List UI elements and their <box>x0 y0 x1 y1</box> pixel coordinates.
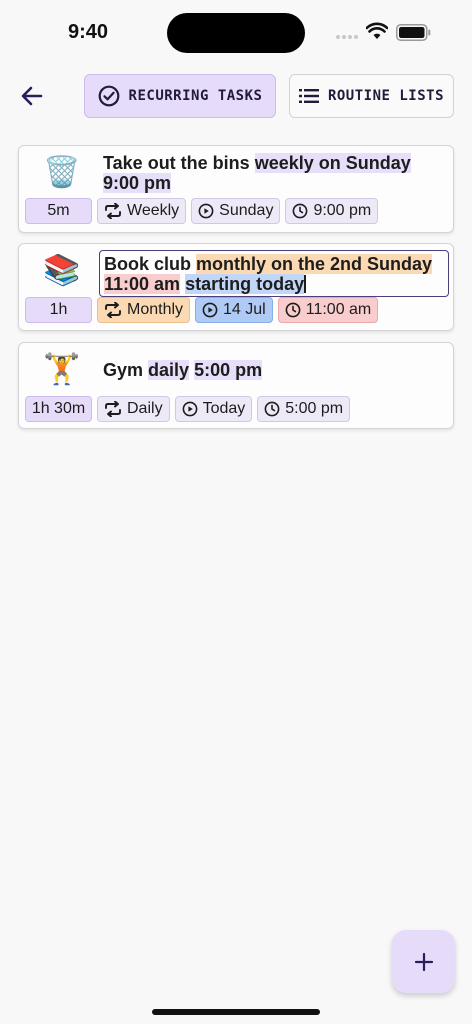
plus-icon <box>414 952 433 971</box>
clock-icon <box>285 302 301 318</box>
task-title[interactable]: Gym daily 5:00 pm <box>103 360 451 380</box>
task-card[interactable]: 🗑️ Take out the bins weekly on Sunday 9:… <box>18 145 454 233</box>
tab-recurring-tasks[interactable]: RECURRING TASKS <box>84 74 276 118</box>
task-card[interactable]: 📚 Book club monthly on the 2nd Sunday 11… <box>18 243 454 331</box>
trash-bin-icon: 🗑️ <box>43 156 81 189</box>
time-chip[interactable]: 11:00 am <box>277 297 379 323</box>
task-card[interactable]: 🏋️ Gym daily 5:00 pm 1h 30m Daily Today … <box>18 342 454 429</box>
duration-chip[interactable]: 5m <box>25 198 92 224</box>
time-highlight: 11:00 am <box>104 274 181 294</box>
task-chips: 5m Weekly Sunday 9:00 pm <box>25 198 379 224</box>
repeat-icon <box>105 401 121 417</box>
tab-routine-lists[interactable]: ROUTINE LISTS <box>289 74 454 118</box>
time-highlight: 5:00 pm <box>194 360 263 380</box>
play-circle-icon <box>198 203 214 219</box>
tab-routine-lists-label: ROUTINE LISTS <box>327 88 445 104</box>
weightlifter-icon: 🏋️ <box>43 353 81 386</box>
battery-icon <box>396 24 431 41</box>
task-title[interactable]: Take out the bins weekly on Sunday 9:00 … <box>103 153 451 193</box>
clock-icon <box>264 401 280 417</box>
duration-chip[interactable]: 1h 30m <box>25 396 92 422</box>
cellular-signal-icon <box>336 35 358 39</box>
time-chip[interactable]: 5:00 pm <box>257 396 351 422</box>
repeat-icon <box>105 302 121 318</box>
status-time: 9:40 <box>68 21 109 43</box>
wifi-icon <box>365 22 389 45</box>
time-highlight: 9:00 pm <box>103 173 172 193</box>
task-title-edit-field[interactable]: Book club monthly on the 2nd Sunday 11:0… <box>99 250 449 297</box>
play-circle-icon <box>182 401 197 417</box>
dynamic-island <box>167 13 305 53</box>
start-highlight: starting today <box>185 274 305 294</box>
repeat-chip[interactable]: Weekly <box>97 198 187 224</box>
repeat-chip[interactable]: Daily <box>97 396 170 422</box>
tab-recurring-tasks-label: RECURRING TASKS <box>128 88 263 104</box>
duration-chip[interactable]: 1h <box>25 297 92 323</box>
task-chips: 1h Monthly 14 Jul 11:00 am <box>25 297 379 323</box>
recurrence-highlight: weekly on Sunday <box>254 153 411 173</box>
recurrence-highlight: monthly on the 2nd Sunday <box>196 254 433 274</box>
arrow-left-icon <box>21 86 43 106</box>
task-chips: 1h 30m Daily Today 5:00 pm <box>25 396 351 422</box>
clock-icon <box>293 203 308 219</box>
repeat-chip[interactable]: Monthly <box>97 297 191 323</box>
start-chip[interactable]: 14 Jul <box>195 297 273 323</box>
time-chip[interactable]: 9:00 pm <box>285 198 379 224</box>
recurrence-highlight: daily <box>148 360 190 380</box>
add-task-button[interactable] <box>392 930 455 993</box>
status-bar: 9:40 <box>0 0 472 62</box>
play-circle-icon <box>202 302 218 318</box>
check-circle-icon <box>98 85 119 107</box>
start-chip[interactable]: Sunday <box>191 198 281 224</box>
repeat-icon <box>105 203 121 219</box>
start-chip[interactable]: Today <box>174 396 253 422</box>
back-button[interactable] <box>18 82 46 110</box>
list-icon <box>298 89 319 103</box>
home-indicator[interactable] <box>152 1009 320 1015</box>
books-icon: 📚 <box>43 254 81 287</box>
text-caret <box>304 275 306 293</box>
